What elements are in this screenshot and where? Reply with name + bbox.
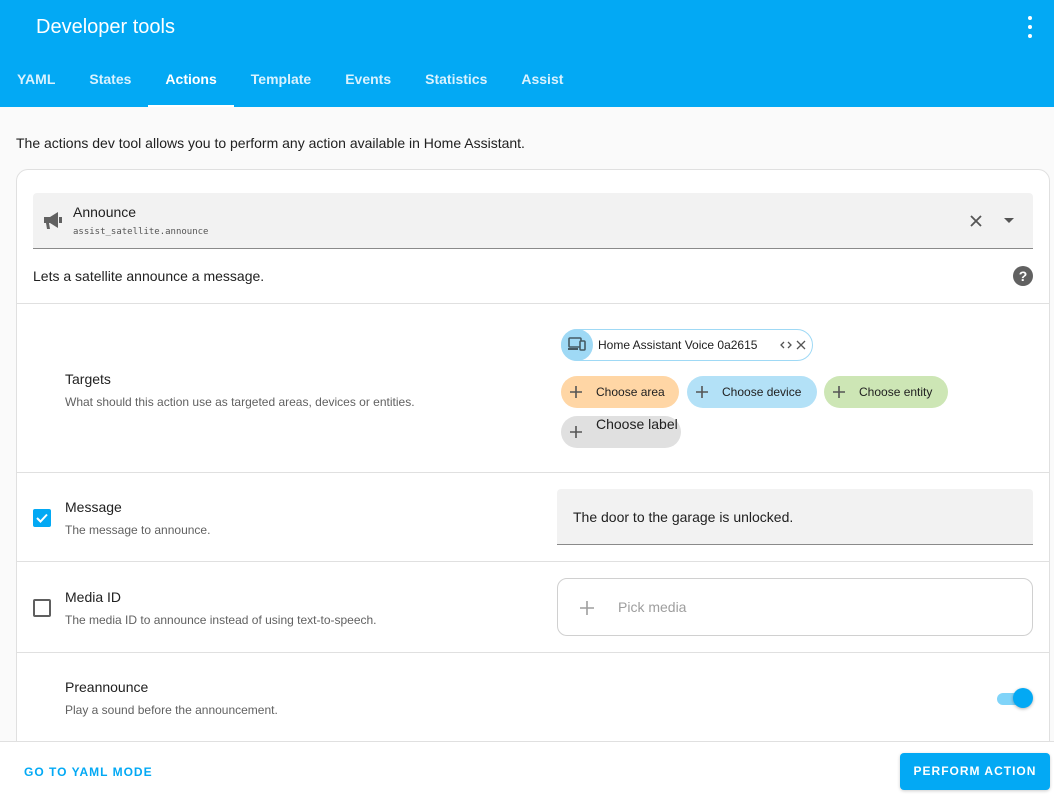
choose-entity-chip[interactable]: Choose entity xyxy=(824,376,948,408)
tab-actions[interactable]: Actions xyxy=(148,58,235,107)
yaml-mode-button[interactable]: GO TO YAML MODE xyxy=(24,765,153,779)
choose-entity-label: Choose entity xyxy=(859,385,933,399)
perform-action-button[interactable]: PERFORM ACTION xyxy=(900,753,1050,790)
action-name: Announce xyxy=(73,204,137,220)
tab-states[interactable]: States xyxy=(72,58,148,107)
device-icon xyxy=(561,329,593,361)
choose-device-chip[interactable]: Choose device xyxy=(687,376,817,408)
choose-device-label: Choose device xyxy=(722,385,802,399)
media-checkbox[interactable] xyxy=(33,599,51,617)
tab-events[interactable]: Events xyxy=(328,58,408,107)
message-checkbox[interactable] xyxy=(33,509,51,527)
choose-label-chip[interactable]: Choose label xyxy=(561,416,681,448)
selected-target-chip[interactable]: Home Assistant Voice 0a2615 xyxy=(561,329,813,361)
plus-icon xyxy=(570,386,582,398)
plus-icon xyxy=(833,386,845,398)
media-hint: The media ID to announce instead of usin… xyxy=(65,613,377,627)
preannounce-label: Preannounce xyxy=(65,679,149,695)
choose-area-chip[interactable]: Choose area xyxy=(561,376,679,408)
action-description: Lets a satellite announce a message. xyxy=(33,268,265,284)
close-icon[interactable] xyxy=(796,340,806,350)
choose-area-label: Choose area xyxy=(596,385,665,399)
message-row: Message The message to announce. The doo… xyxy=(17,472,1049,561)
tab-template[interactable]: Template xyxy=(234,58,328,107)
preannounce-toggle[interactable] xyxy=(997,687,1033,709)
action-id: assist_satellite.announce xyxy=(73,227,209,237)
intro-text: The actions dev tool allows you to perfo… xyxy=(16,135,525,151)
plus-icon xyxy=(580,601,594,615)
selected-target-label: Home Assistant Voice 0a2615 xyxy=(598,338,758,352)
check-icon xyxy=(36,513,48,523)
plus-icon xyxy=(696,386,708,398)
media-row: Media ID The media ID to announce instea… xyxy=(17,561,1049,652)
choose-label-label: Choose label xyxy=(596,416,678,432)
code-expand-icon[interactable] xyxy=(780,339,792,351)
question-icon[interactable]: ? xyxy=(1013,266,1033,286)
footer-bar: GO TO YAML MODE PERFORM ACTION xyxy=(0,741,1054,796)
message-label: Message xyxy=(65,499,122,515)
page-title: Developer tools xyxy=(36,16,175,38)
pick-media-label: Pick media xyxy=(618,599,687,615)
targets-row: Targets What should this action use as t… xyxy=(17,303,1049,472)
tab-bar: YAML States Actions Template Events Stat… xyxy=(0,58,580,107)
message-hint: The message to announce. xyxy=(65,523,211,537)
plus-icon xyxy=(570,426,582,438)
preannounce-row: Preannounce Play a sound before the anno… xyxy=(17,652,1049,742)
tab-statistics[interactable]: Statistics xyxy=(408,58,504,107)
app-header: Developer tools YAML States Actions Temp… xyxy=(0,0,1054,107)
tab-assist[interactable]: Assist xyxy=(504,58,580,107)
megaphone-icon xyxy=(44,212,62,229)
close-icon[interactable] xyxy=(969,214,983,228)
message-field[interactable]: The door to the garage is unlocked. xyxy=(557,489,1033,545)
tab-yaml[interactable]: YAML xyxy=(0,58,72,107)
media-label: Media ID xyxy=(65,589,122,605)
preannounce-hint: Play a sound before the announcement. xyxy=(65,703,278,717)
targets-label: Targets xyxy=(65,371,111,387)
more-vertical-icon[interactable] xyxy=(1020,16,1040,38)
targets-hint: What should this action use as targeted … xyxy=(65,395,415,409)
toggle-knob xyxy=(1013,688,1033,708)
action-card: Announce assist_satellite.announce Lets … xyxy=(16,169,1050,796)
pick-media-button[interactable]: Pick media xyxy=(557,578,1033,636)
action-picker[interactable]: Announce assist_satellite.announce xyxy=(33,193,1033,249)
chevron-down-icon[interactable] xyxy=(1004,218,1014,223)
